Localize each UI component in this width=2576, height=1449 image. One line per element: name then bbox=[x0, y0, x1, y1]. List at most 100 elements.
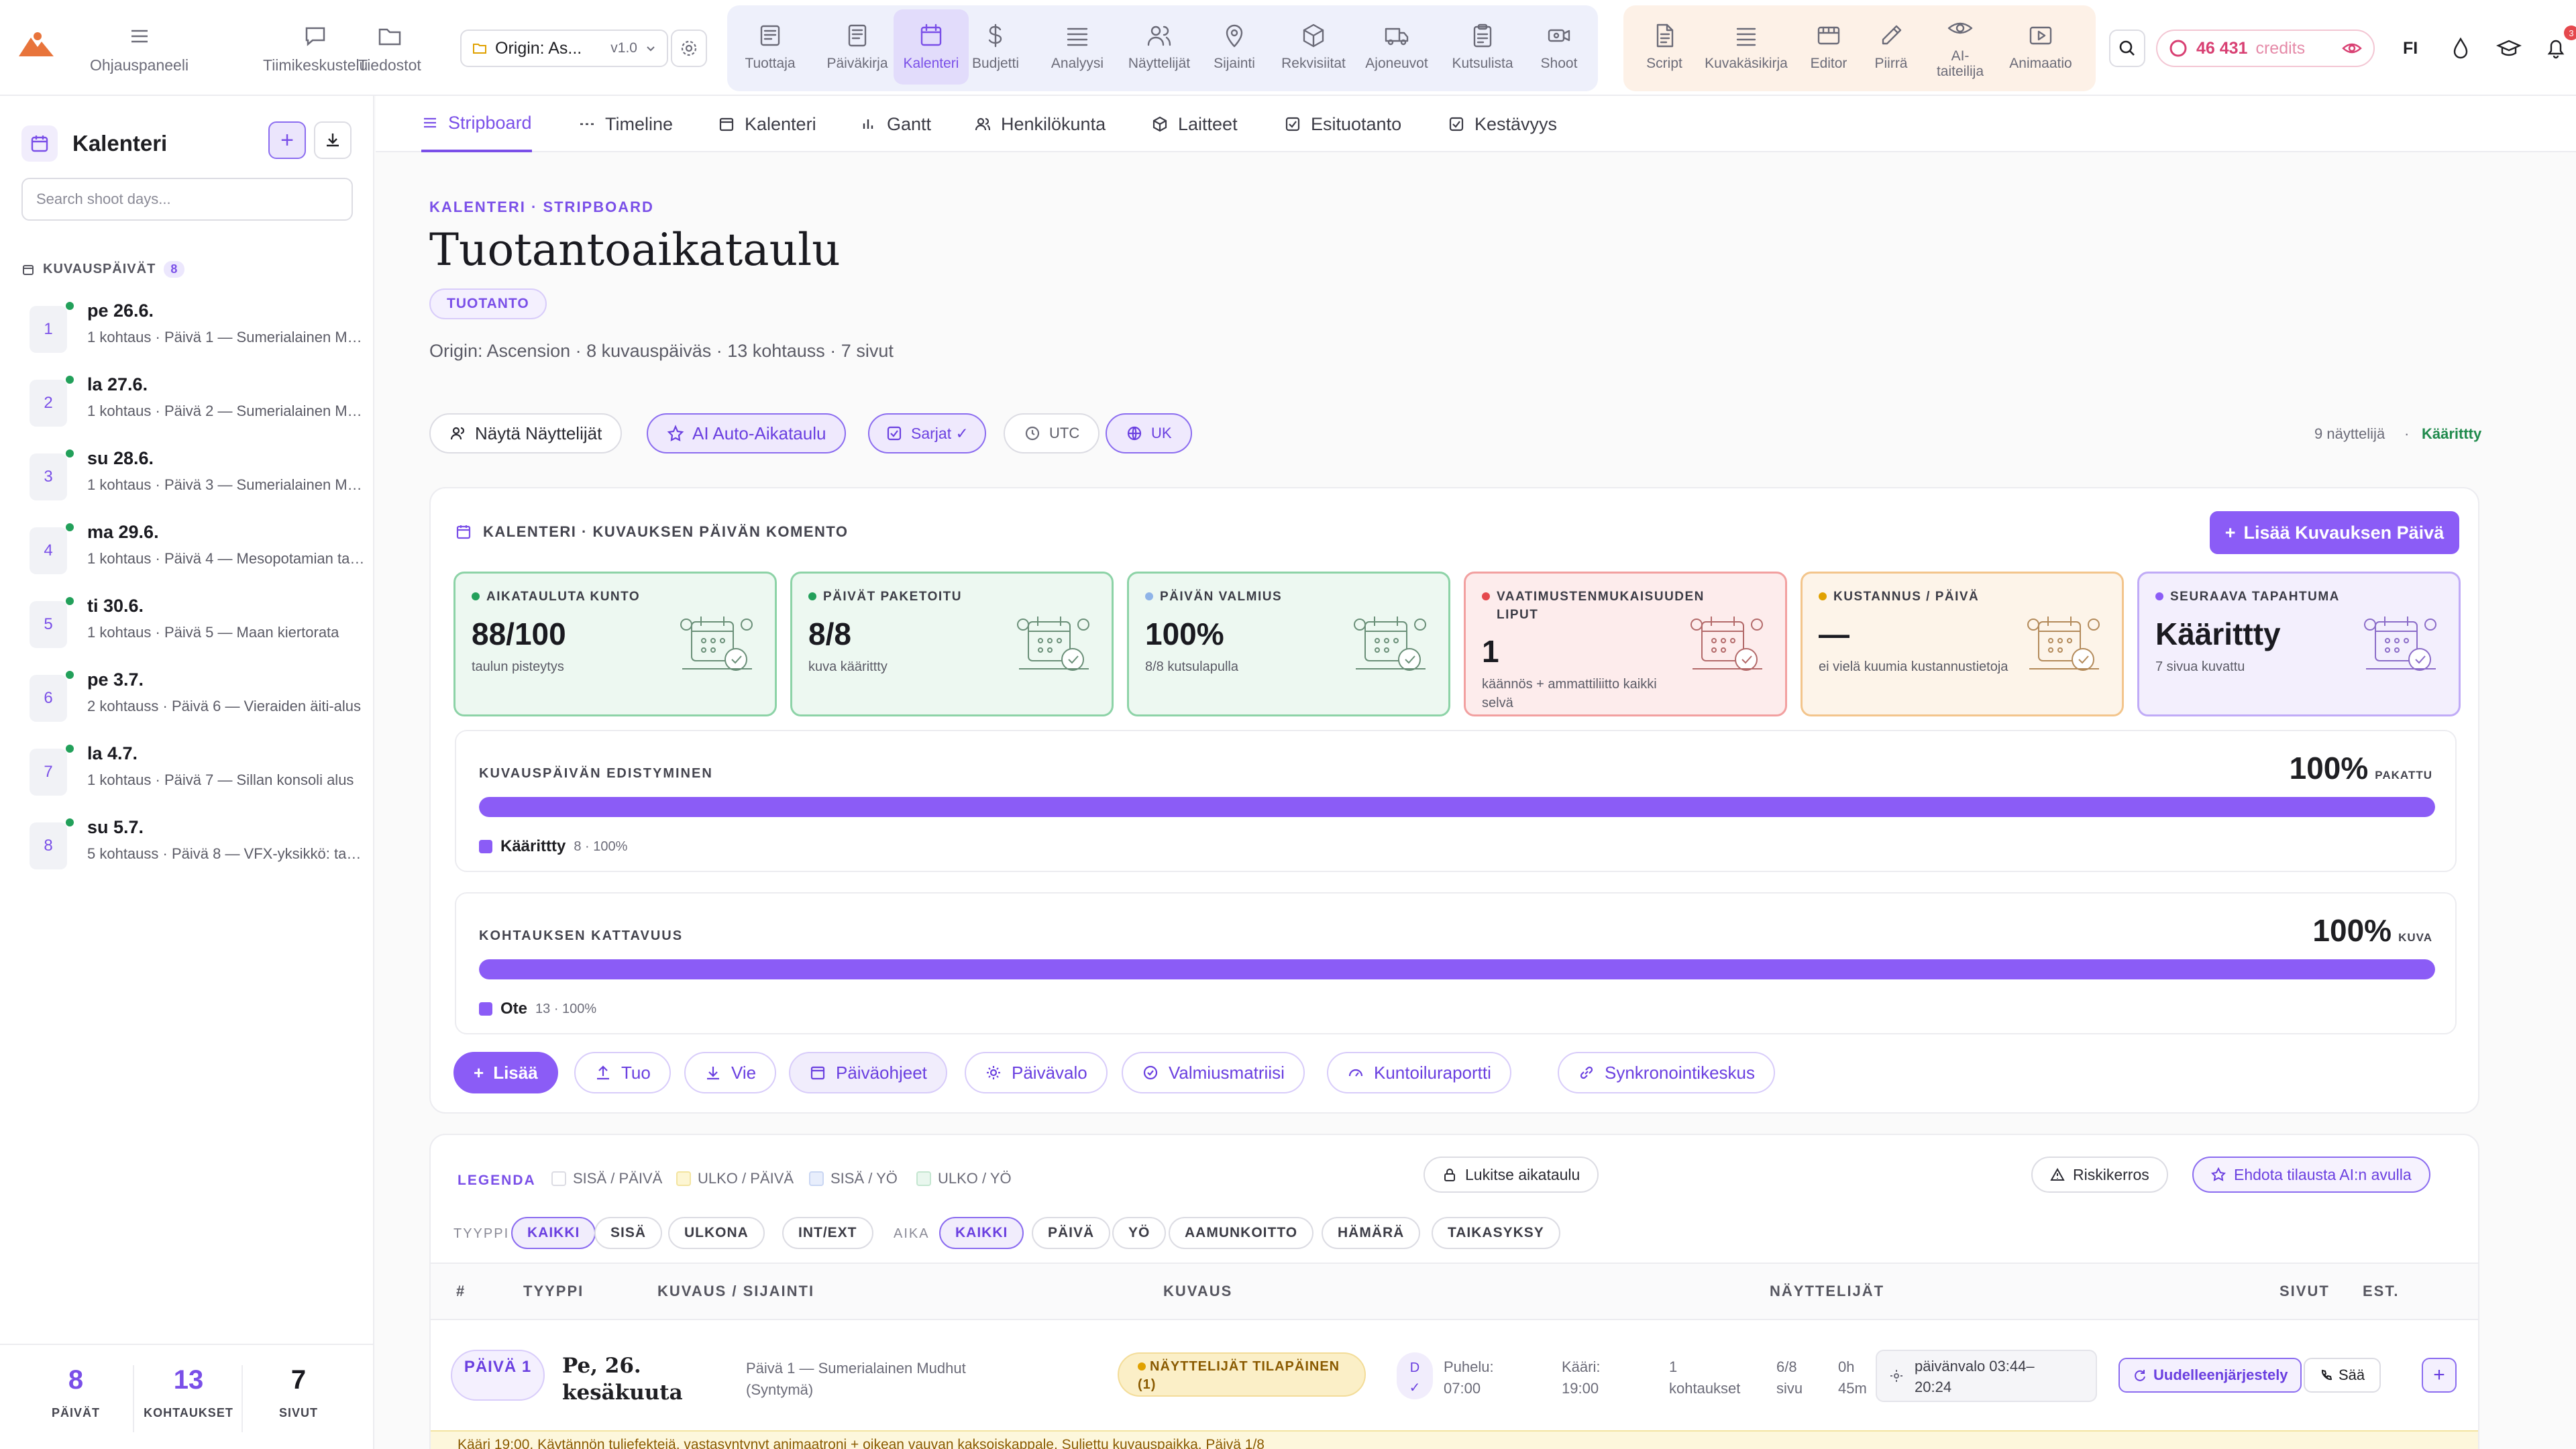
credits-pill[interactable]: 46 431 credits bbox=[2156, 30, 2375, 67]
row-add-button[interactable]: + bbox=[2422, 1358, 2457, 1393]
day-readiness-card[interactable]: PÄIVÄN VALMIUS 100% 8/8 kutsulapulla bbox=[1127, 572, 1450, 716]
type-filter-3[interactable]: INT/EXT bbox=[782, 1217, 873, 1249]
weather-button[interactable]: Sää bbox=[2304, 1358, 2381, 1393]
tool-list[interactable]: Kuvakäsikirja bbox=[1697, 9, 1795, 85]
export-button[interactable]: Vie bbox=[684, 1052, 777, 1093]
daylight-button[interactable]: Päivävalo bbox=[965, 1052, 1108, 1093]
tab-label: Gantt bbox=[887, 113, 932, 134]
download-button[interactable] bbox=[314, 121, 352, 159]
sidebar-day-item[interactable]: 8 su 5.7. 5 kohtauss · Päivä 8 — VFX-yks… bbox=[30, 817, 369, 877]
readiness-matrix-button[interactable]: Valmiusmatriisi bbox=[1122, 1052, 1305, 1093]
sidebar-day-item[interactable]: 7 la 4.7. 1 kohtaus · Päivä 7 — Sillan k… bbox=[30, 743, 358, 804]
type-filter-2[interactable]: ULKONA bbox=[668, 1217, 765, 1249]
add-button[interactable]: + Lisää bbox=[453, 1052, 558, 1093]
tool-clipboard[interactable]: Kutsulista bbox=[1440, 9, 1525, 85]
lock-schedule-button[interactable]: Lukitse aikataulu bbox=[1424, 1157, 1599, 1193]
nav-dashboard-label: Ohjauspaneeli bbox=[90, 56, 189, 74]
tab-label: Kalenteri bbox=[745, 113, 816, 134]
nav-team-chat[interactable]: Tiimikeskustelu bbox=[263, 15, 368, 82]
tab-crew[interactable]: Henkilökunta bbox=[974, 96, 1106, 152]
reschedule-button[interactable]: Uudelleenjärjestely bbox=[2118, 1358, 2302, 1393]
nav-dashboard[interactable]: Ohjauspaneeli bbox=[90, 15, 189, 82]
tool-dollar[interactable]: Budjetti bbox=[963, 9, 1028, 85]
days-wrapped-card[interactable]: PÄIVÄT PAKETOITU 8/8 kuva käärittty bbox=[790, 572, 1114, 716]
sidebar-day-item[interactable]: 5 ti 30.6. 1 kohtaus · Päivä 5 — Maan ki… bbox=[30, 596, 358, 656]
tool-pencil[interactable]: Piirrä bbox=[1862, 9, 1920, 85]
bell-icon[interactable] bbox=[2542, 35, 2569, 62]
tool-eye[interactable]: AI- taiteilija bbox=[1925, 9, 1995, 85]
tool-calendar[interactable]: Kalenteri bbox=[894, 9, 969, 85]
tab-gantt[interactable]: Gantt bbox=[860, 96, 931, 152]
day-summary: 1 kohtaus · Päivä 3 — Sumerialainen Mudh… bbox=[87, 476, 369, 493]
tab-preproduction[interactable]: Esituotanto bbox=[1284, 96, 1401, 152]
tool-editor[interactable]: Editor bbox=[1801, 9, 1857, 85]
compliance-flags-card[interactable]: VAATIMUSTENMUKAISUUDEN LIPUT 1 käännös +… bbox=[1464, 572, 1787, 716]
ai-auto-schedule-button[interactable]: AI Auto-Aikataulu bbox=[647, 413, 847, 453]
app-logo-icon[interactable] bbox=[17, 31, 55, 58]
sync-center-button[interactable]: Synkronointikeskus bbox=[1558, 1052, 1775, 1093]
tab-timeline[interactable]: Timeline bbox=[578, 96, 673, 152]
tool-label: Piirrä bbox=[1874, 56, 1908, 72]
health-report-button[interactable]: Kuntoiluraportti bbox=[1327, 1052, 1511, 1093]
shoot-days-search-input[interactable] bbox=[21, 178, 353, 221]
nav-files[interactable]: Tiedostot bbox=[358, 15, 421, 82]
project-settings-button[interactable] bbox=[671, 30, 707, 67]
tool-script[interactable]: Script bbox=[1634, 9, 1695, 85]
sidebar-day-item[interactable]: 3 su 28.6. 1 kohtaus · Päivä 3 — Sumeria… bbox=[30, 448, 369, 508]
day-letter: D bbox=[1409, 1360, 1420, 1375]
table-row[interactable]: PÄIVÄ 1 Pe, 26. kesäkuuta Päivä 1 — Sume… bbox=[451, 1343, 2461, 1418]
time-filter-0[interactable]: KAIKKI bbox=[939, 1217, 1024, 1249]
series-toggle[interactable]: Sarjat ✓ bbox=[868, 413, 986, 453]
legend-label: SISÄ / YÖ bbox=[830, 1170, 898, 1187]
language-switch[interactable]: FI bbox=[2403, 39, 2418, 58]
graduation-cap-icon[interactable] bbox=[2496, 35, 2522, 62]
sidebar-day-item[interactable]: 6 pe 3.7. 2 kohtauss · Päivä 6 — Vieraid… bbox=[30, 669, 361, 730]
tool-pin[interactable]: Sijainti bbox=[1201, 9, 1268, 85]
time-filter-2[interactable]: YÖ bbox=[1112, 1217, 1167, 1249]
tool-truck[interactable]: Ajoneuvot bbox=[1356, 9, 1437, 85]
type-filter-1[interactable]: SISÄ bbox=[594, 1217, 663, 1249]
sidebar-day-item[interactable]: 1 pe 26.6. 1 kohtaus · Päivä 1 — Sumeria… bbox=[30, 301, 369, 361]
script-icon bbox=[1656, 24, 1674, 48]
tool-people[interactable]: Näyttelijät bbox=[1118, 9, 1201, 85]
time-filter-5[interactable]: TAIKASYKSY bbox=[1432, 1217, 1560, 1249]
show-actors-toggle[interactable]: Näytä Näyttelijät bbox=[429, 413, 623, 453]
region-toggle[interactable]: UK bbox=[1106, 413, 1192, 453]
tool-camera[interactable]: Shoot bbox=[1528, 9, 1590, 85]
time-filter-3[interactable]: AAMUNKOITTO bbox=[1169, 1217, 1314, 1249]
add-shoot-day-button[interactable]: + bbox=[268, 121, 306, 159]
type-filter-0[interactable]: KAIKKI bbox=[511, 1217, 596, 1249]
tool-layers[interactable]: Analyysi bbox=[1040, 9, 1115, 85]
time-filter-4[interactable]: HÄMÄRÄ bbox=[1322, 1217, 1421, 1249]
tab-equipment[interactable]: Laitteet bbox=[1151, 96, 1238, 152]
global-search-button[interactable] bbox=[2109, 30, 2145, 67]
tab-calendar[interactable]: Kalenteri bbox=[718, 96, 816, 152]
add-shoot-day-button[interactable]: + Lisää Kuvauksen Päivä bbox=[2210, 511, 2459, 554]
tab-sustainability[interactable]: Kestävyys bbox=[1448, 96, 1557, 152]
ai-suggest-order-button[interactable]: Ehdota tilausta AI:n avulla bbox=[2192, 1157, 2430, 1193]
search-icon bbox=[2119, 40, 2135, 56]
download-icon bbox=[327, 133, 339, 147]
tab-stripboard[interactable]: Stripboard bbox=[421, 96, 532, 152]
tool-journal[interactable]: Päiväkirja bbox=[822, 9, 892, 85]
risk-layer-button[interactable]: Riskikerros bbox=[2031, 1157, 2168, 1193]
pencil-icon bbox=[1882, 25, 1902, 45]
dashboard-icon bbox=[760, 25, 780, 46]
calendar-icon bbox=[456, 525, 471, 539]
tool-box[interactable]: Rekvisiitat bbox=[1272, 9, 1355, 85]
utc-toggle[interactable]: UTC bbox=[1004, 413, 1100, 453]
time-filter-1[interactable]: PÄIVÄ bbox=[1032, 1217, 1111, 1249]
sidebar-day-item[interactable]: 2 la 27.6. 1 kohtaus · Päivä 2 — Sumeria… bbox=[30, 374, 369, 435]
import-button[interactable]: Tuo bbox=[574, 1052, 671, 1093]
sidebar-day-item[interactable]: 4 ma 29.6. 1 kohtaus · Päivä 4 — Mesopot… bbox=[30, 522, 369, 582]
eye-icon[interactable] bbox=[2341, 38, 2363, 59]
project-select[interactable]: Origin: As... v1.0 bbox=[460, 30, 668, 67]
cost-per-day-card[interactable]: KUSTANNUS / PÄIVÄ — ei vielä kuumia kust… bbox=[1801, 572, 2124, 716]
calendar-illustration-icon bbox=[2364, 616, 2436, 671]
day-instructions-button[interactable]: Päiväohjeet bbox=[789, 1052, 947, 1093]
schedule-health-card[interactable]: AIKATAULUTA KUNTO 88/100 taulun pisteyty… bbox=[453, 572, 777, 716]
tool-dashboard[interactable]: Tuottaja bbox=[735, 9, 805, 85]
tool-play[interactable]: Animaatio bbox=[1998, 9, 2084, 85]
next-event-card[interactable]: SEURAAVA TAPAHTUMA Käärittty 7 sivua kuv… bbox=[2137, 572, 2461, 716]
drop-icon[interactable] bbox=[2447, 35, 2474, 62]
